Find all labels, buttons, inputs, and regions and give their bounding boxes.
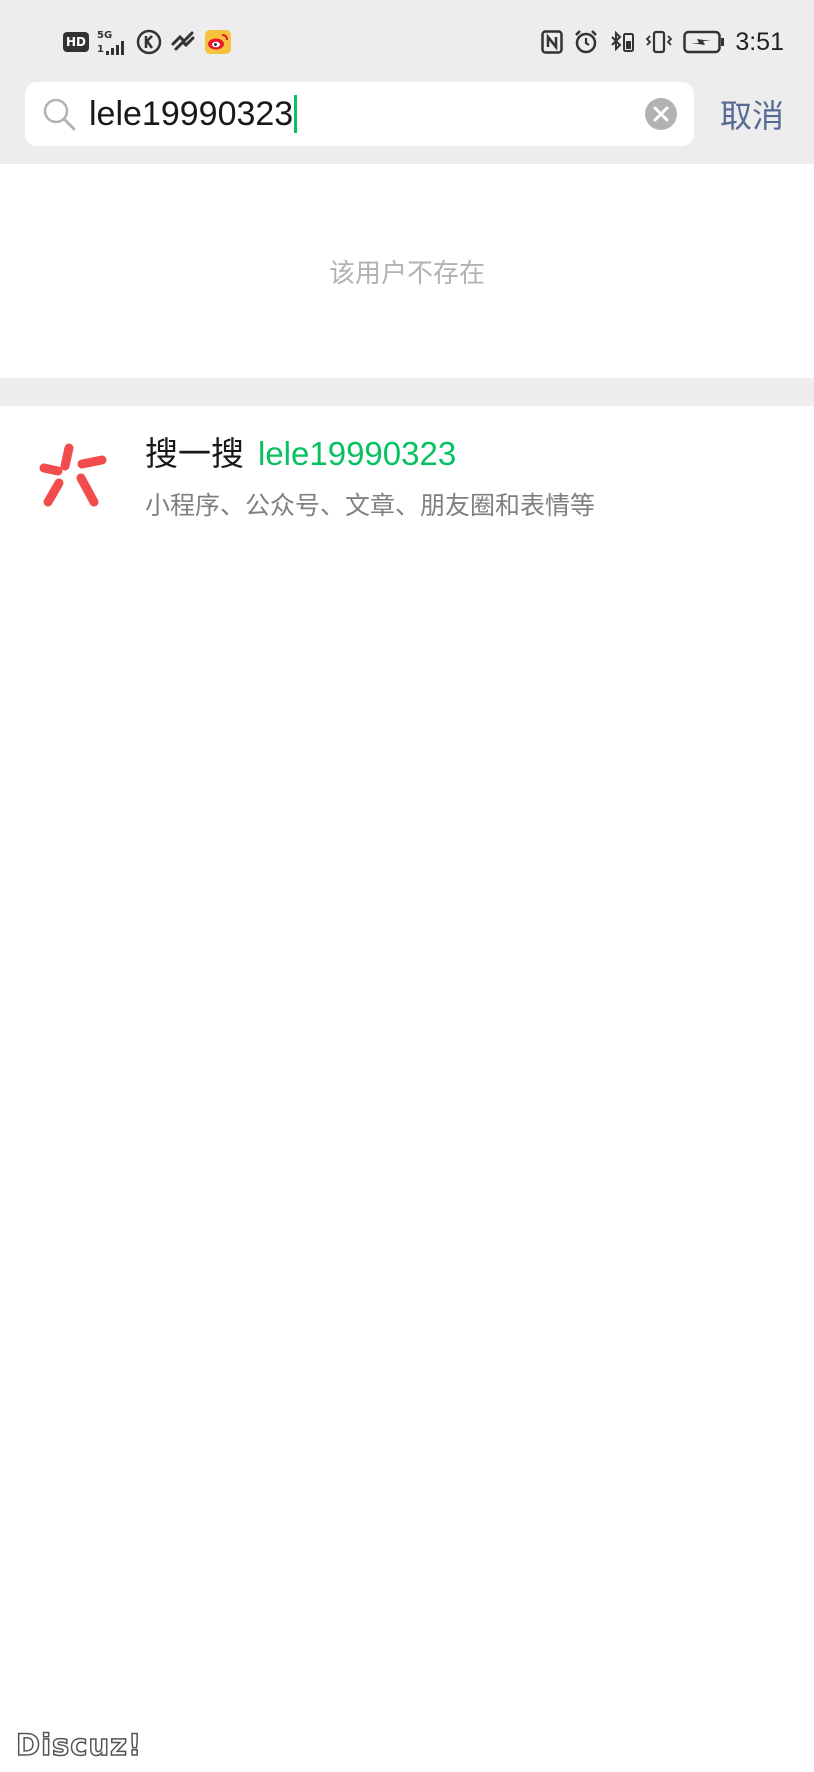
hd-icon: HD [63, 32, 90, 52]
alarm-icon [575, 30, 598, 54]
cancel-button[interactable]: 取消 [720, 82, 784, 146]
search-icon [43, 98, 76, 131]
signal-5g-icon: 5G 1 [97, 30, 128, 55]
status-left-icons: HD 5G 1 [63, 26, 232, 58]
sousou-keyword: lele19990323 [258, 435, 457, 472]
text-cursor [294, 95, 298, 133]
status-right-icons: 3:51 [541, 26, 784, 58]
search-query-text: lele19990323 [89, 94, 294, 133]
clear-icon[interactable] [644, 97, 678, 131]
not-found-panel: 该用户不存在 [0, 164, 814, 378]
section-divider [0, 378, 814, 406]
sousou-subtitle: 小程序、公众号、文章、朋友圈和表情等 [145, 491, 596, 520]
app-icon [171, 31, 195, 51]
vibrate-icon [646, 30, 673, 54]
signal-bars-icon [105, 40, 124, 55]
battery-charging-icon [683, 30, 725, 54]
status-bar: HD 5G 1 3:51 [0, 0, 814, 82]
search-input[interactable]: lele19990323 [89, 82, 298, 146]
sousou-title: 搜一搜 lele19990323 [145, 434, 456, 474]
status-time: 3:51 [735, 27, 784, 56]
sousou-label: 搜一搜 [145, 434, 244, 473]
weibo-icon [204, 30, 231, 54]
bluetooth-battery-icon [611, 30, 635, 52]
search-header: lele19990323 取消 [0, 82, 814, 164]
sousou-search-row[interactable]: 搜一搜 lele19990323 小程序、公众号、文章、朋友圈和表情等 [0, 406, 814, 536]
nfc-icon [541, 30, 564, 54]
discuz-watermark: Discuz! [15, 1727, 143, 1763]
kuwo-icon [136, 29, 162, 55]
sousou-logo-icon [39, 443, 107, 507]
search-box[interactable]: lele19990323 [25, 82, 694, 146]
not-found-text: 该用户不存在 [328, 258, 485, 289]
